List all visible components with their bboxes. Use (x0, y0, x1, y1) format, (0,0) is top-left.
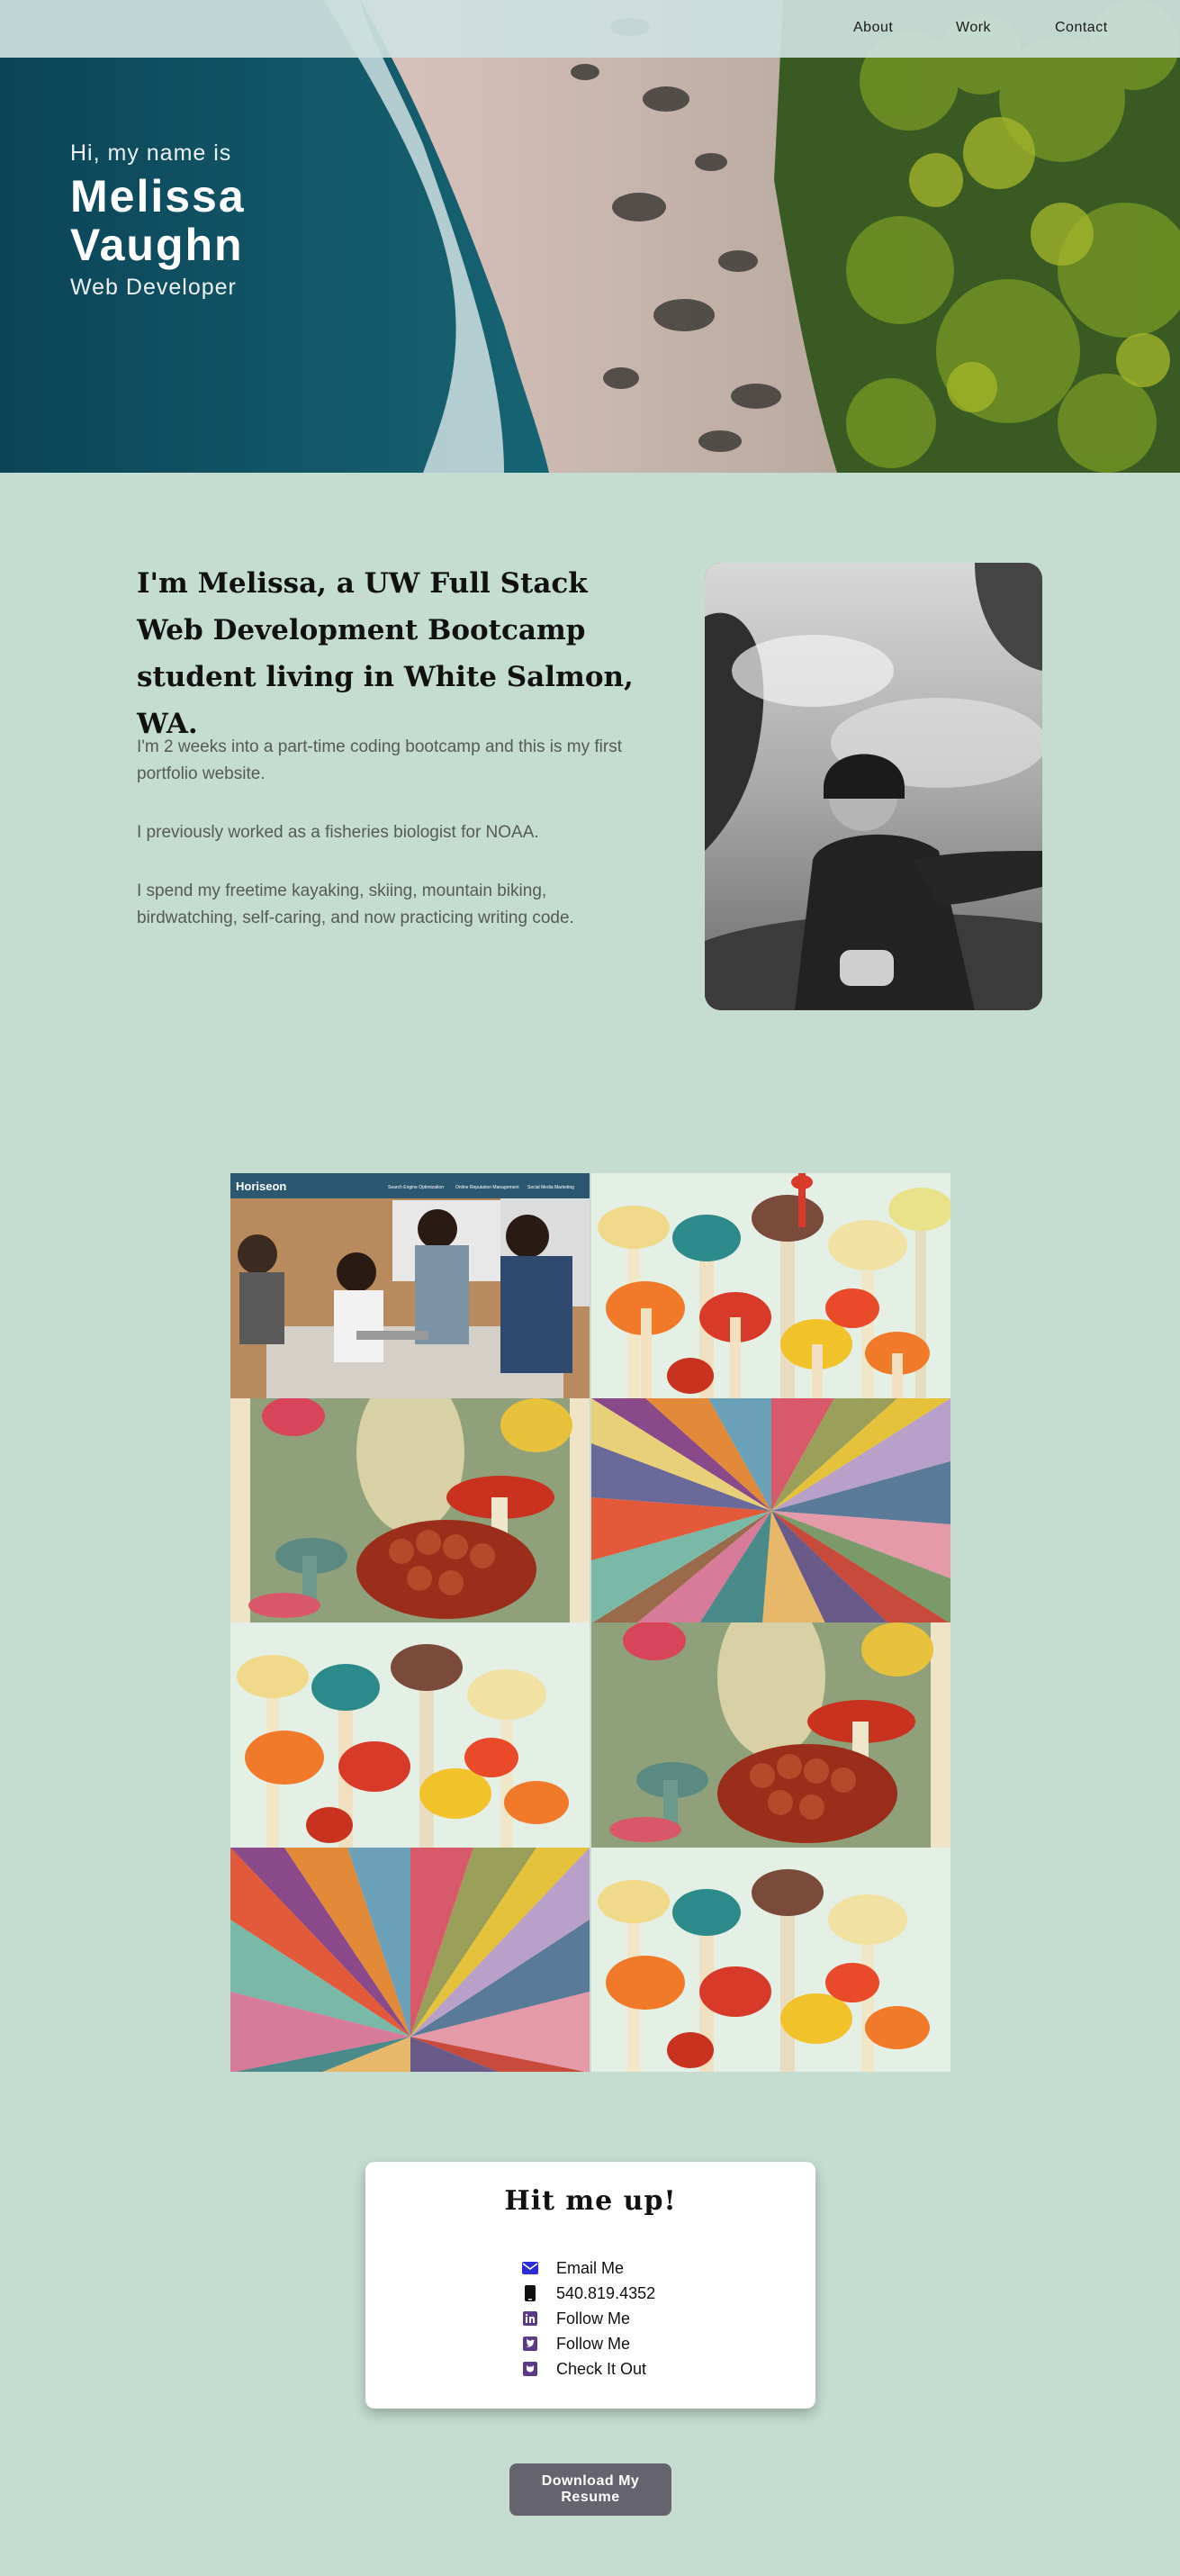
phone-icon (522, 2285, 538, 2301)
phone-link[interactable]: 540.819.4352 (556, 2284, 655, 2303)
hero-name: Melissa Vaughn (70, 171, 246, 270)
profile-photo-image (705, 563, 1042, 1010)
about-paragraph: I'm 2 weeks into a part-time coding boot… (137, 737, 623, 783)
email-link[interactable]: Email Me (556, 2259, 624, 2278)
project-tile-mushrooms-2[interactable] (230, 1622, 590, 1848)
contact-item-twitter: Follow Me (522, 2331, 655, 2356)
mushroom-illustration (591, 1847, 950, 2072)
twitter-link[interactable]: Follow Me (556, 2335, 630, 2354)
contact-item-github: Check It Out (522, 2356, 655, 2382)
contact-card: Hit me up! Email Me 540.819.4352 Follow … (365, 2162, 815, 2409)
hero-intro: Hi, my name is Melissa Vaughn Web Develo… (70, 140, 340, 301)
project-tile-rays[interactable] (591, 1397, 950, 1622)
twitter-icon (522, 2336, 538, 2352)
linkedin-link[interactable]: Follow Me (556, 2309, 630, 2328)
contact-item-email: Email Me (522, 2255, 655, 2281)
contact-item-phone: 540.819.4352 (522, 2281, 655, 2306)
fungi-illustration (230, 1397, 590, 1622)
contact-title: Hit me up! (504, 2185, 677, 2217)
hero-greeting: Hi, my name is (70, 140, 232, 166)
starburst-illustration (230, 1847, 590, 2072)
download-resume-button[interactable]: Download My Resume (509, 2463, 671, 2516)
github-link[interactable]: Check It Out (556, 2360, 646, 2379)
top-nav: About Work Contact (0, 0, 1180, 58)
profile-photo (705, 563, 1042, 1010)
mushroom-illustration (591, 1173, 950, 1398)
horiseon-screenshot: Horiseon Search Engine Optimization Onli… (230, 1173, 590, 1398)
work-gallery: Horiseon Search Engine Optimization Onli… (230, 1173, 950, 2072)
nav-link-work[interactable]: Work (956, 20, 991, 36)
github-icon (522, 2361, 538, 2377)
about-paragraph: I previously worked as a fisheries biolo… (137, 823, 539, 842)
nav-link-contact[interactable]: Contact (1055, 20, 1108, 36)
horiseon-logo: Horiseon (236, 1180, 286, 1193)
hero-role: Web Developer (70, 275, 237, 300)
hero-banner: Hi, my name is Melissa Vaughn Web Develo… (0, 0, 1180, 473)
contact-item-linkedin: Follow Me (522, 2306, 655, 2331)
project-tile-rays-2[interactable] (230, 1847, 590, 2072)
project-tile-mushrooms-3[interactable] (591, 1847, 950, 2072)
linkedin-icon (522, 2310, 538, 2327)
horiseon-nav-item: Social Media Marketing (527, 1185, 574, 1190)
project-tile-fungi-2[interactable] (591, 1622, 950, 1848)
about-heading: I'm Melissa, a UW Full Stack Web Develop… (137, 567, 634, 740)
contact-list: Email Me 540.819.4352 Follow Me Follow M… (522, 2255, 655, 2382)
mushroom-illustration (230, 1622, 590, 1848)
project-tile-horiseon[interactable]: Horiseon Search Engine Optimization Onli… (230, 1173, 590, 1398)
horiseon-nav-item: Online Reputation Management (455, 1185, 519, 1190)
about-paragraph: I spend my freetime kayaking, skiing, mo… (137, 881, 574, 927)
project-tile-mushrooms[interactable] (591, 1173, 950, 1398)
starburst-illustration (591, 1397, 950, 1622)
project-tile-fungi[interactable] (230, 1397, 590, 1622)
nav-link-about[interactable]: About (853, 20, 893, 36)
envelope-icon (522, 2260, 538, 2276)
fungi-illustration (591, 1622, 950, 1848)
horiseon-nav-item: Search Engine Optimization (388, 1185, 444, 1190)
